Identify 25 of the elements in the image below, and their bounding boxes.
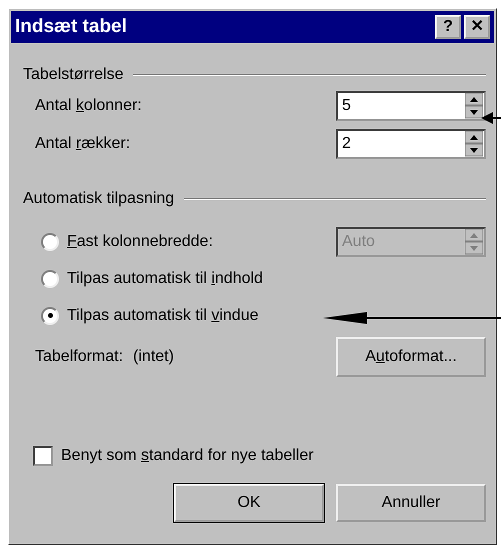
spin-field[interactable]: 5 <box>336 91 486 121</box>
spin-arrows-icon[interactable] <box>465 131 483 157</box>
group-title: Automatisk tilpasning <box>23 190 174 208</box>
help-button[interactable]: ? <box>435 15 461 39</box>
spin-arrows-icon[interactable] <box>465 93 483 119</box>
checkbox-label[interactable]: Benyt som standard for nye tabeller <box>61 447 314 465</box>
close-button[interactable]: ✕ <box>464 15 490 39</box>
field-label: Antal kolonner: <box>35 97 142 115</box>
arrow <box>481 111 501 125</box>
radio-label[interactable]: Fast kolonnebredde: <box>67 232 213 250</box>
format-label: Tabelformat: <box>35 348 124 366</box>
radio-button[interactable] <box>41 306 59 324</box>
checkbox[interactable] <box>33 446 53 466</box>
field-label: Antal rækker: <box>35 135 130 153</box>
radio-button[interactable] <box>41 232 59 250</box>
window-title: Indsæt tabel <box>15 16 127 38</box>
autoformat-button[interactable]: Autoformat... <box>336 337 486 377</box>
ok-button[interactable]: OK <box>174 484 324 522</box>
format-value: (intet) <box>133 348 174 366</box>
group-title: Tabelstørrelse <box>23 66 124 84</box>
radio-label[interactable]: Tilpas automatisk til vindue <box>67 306 258 324</box>
cancel-button[interactable]: Annuller <box>336 484 486 522</box>
spin-field[interactable]: 2 <box>336 129 486 159</box>
radio-label[interactable]: Tilpas automatisk til indhold <box>67 270 263 288</box>
radio-button[interactable] <box>41 270 59 288</box>
